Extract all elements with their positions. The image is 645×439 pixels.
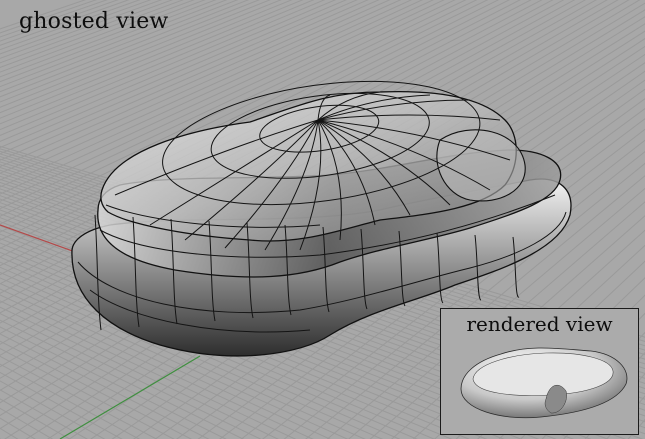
inset-title: rendered view <box>466 312 613 336</box>
rendered-view-inset[interactable]: rendered view <box>440 308 639 435</box>
viewport-title: ghosted view <box>19 9 169 34</box>
ghosted-viewport[interactable]: ghosted view rendered view <box>0 0 645 439</box>
